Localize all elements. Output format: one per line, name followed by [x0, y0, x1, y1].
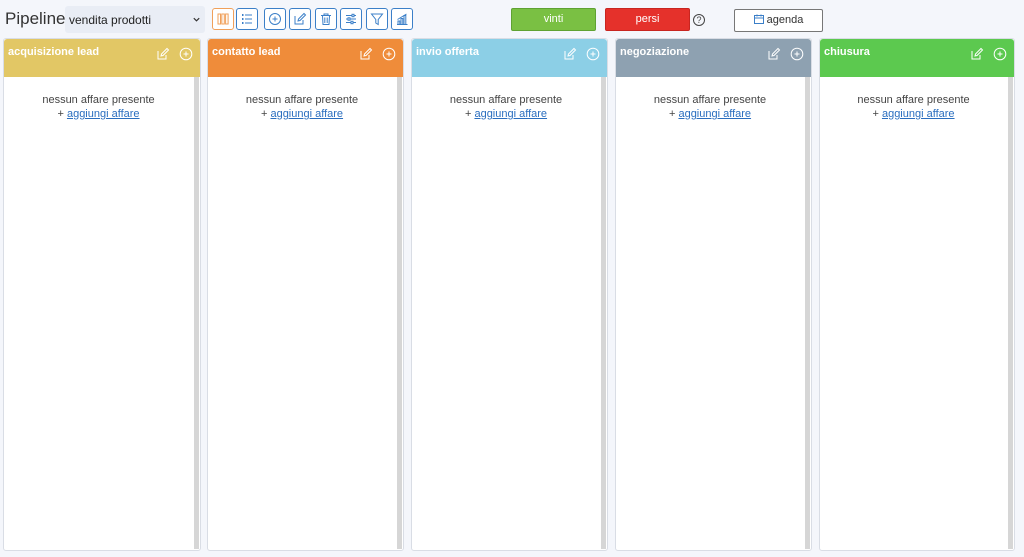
- add-deal-button[interactable]: [179, 47, 193, 61]
- filter-button[interactable]: [366, 8, 388, 30]
- stage-header: chiusura: [820, 39, 1014, 77]
- stage-body: nessun affare presente + aggiungi affare: [820, 77, 1007, 550]
- help-icon[interactable]: ?: [693, 14, 705, 26]
- stage-title: acquisizione lead: [8, 46, 100, 58]
- agenda-label: agenda: [766, 14, 804, 26]
- chevron-down-icon: [193, 17, 200, 22]
- edit-button[interactable]: [289, 8, 311, 30]
- add-icon: [586, 47, 600, 61]
- edit-stage-button[interactable]: [970, 47, 984, 61]
- settings-button[interactable]: [340, 8, 362, 30]
- scrollbar[interactable]: [194, 77, 199, 549]
- empty-text: nessun affare presente: [449, 94, 563, 106]
- stage-title: negoziazione: [620, 46, 690, 58]
- stage-body: nessun affare presente + aggiungi affare: [208, 77, 396, 550]
- stage-body: nessun affare presente + aggiungi affare: [412, 77, 600, 550]
- empty-text: nessun affare presente: [653, 94, 767, 106]
- add-deal-link[interactable]: aggiungi affare: [678, 108, 751, 120]
- filter-icon: [370, 13, 384, 26]
- pipeline-stage-column: contatto lead nessun affare presente + a…: [207, 38, 404, 551]
- add-deal-button[interactable]: [586, 47, 600, 61]
- stage-header: invio offerta: [412, 39, 607, 77]
- edit-stage-button[interactable]: [359, 47, 373, 61]
- add-deal-link[interactable]: aggiungi affare: [270, 108, 343, 120]
- edit-icon: [768, 47, 781, 60]
- stage-title: contatto lead: [212, 46, 281, 58]
- kanban-view-button[interactable]: [212, 8, 234, 30]
- chart-icon: [397, 13, 408, 25]
- edit-stage-button[interactable]: [156, 47, 170, 61]
- add-prefix: +: [668, 108, 676, 120]
- stage-header: acquisizione lead: [4, 39, 200, 77]
- agenda-button[interactable]: agenda: [734, 9, 823, 32]
- edit-stage-button[interactable]: [767, 47, 781, 61]
- calendar-icon: [753, 14, 764, 24]
- add-deal-link[interactable]: aggiungi affare: [474, 108, 547, 120]
- empty-text: nessun affare presente: [42, 94, 155, 106]
- edit-icon: [564, 47, 577, 60]
- won-button[interactable]: vinti: [511, 8, 596, 31]
- empty-state: nessun affare presente + aggiungi affare: [616, 93, 804, 121]
- pipeline-stage-column: chiusura nessun affare presente + aggiun…: [819, 38, 1015, 551]
- list-view-icon: [242, 14, 252, 24]
- empty-state: nessun affare presente + aggiungi affare: [208, 93, 396, 121]
- add-icon: [382, 47, 396, 61]
- settings-sliders-icon: [346, 13, 356, 25]
- delete-button[interactable]: [315, 8, 337, 30]
- scrollbar[interactable]: [1008, 77, 1013, 549]
- add-deal-link[interactable]: aggiungi affare: [882, 108, 955, 120]
- kanban-view-icon: [217, 13, 229, 25]
- lost-button[interactable]: persi: [605, 8, 690, 31]
- edit-icon: [157, 47, 170, 60]
- delete-icon: [321, 13, 331, 25]
- edit-stage-button[interactable]: [563, 47, 577, 61]
- stage-body: nessun affare presente + aggiungi affare: [4, 77, 193, 550]
- page-title: Pipeline: [5, 9, 66, 28]
- toolbar: Pipeline vendita prodotti vinti persi ? …: [0, 0, 1024, 38]
- add-prefix: +: [260, 108, 268, 120]
- edit-icon: [294, 12, 307, 25]
- scrollbar[interactable]: [805, 77, 810, 549]
- add-deal-button[interactable]: [382, 47, 396, 61]
- empty-state: nessun affare presente + aggiungi affare: [412, 93, 600, 121]
- add-prefix: +: [464, 108, 472, 120]
- stage-header: negoziazione: [616, 39, 811, 77]
- scrollbar[interactable]: [397, 77, 402, 549]
- add-deal-button[interactable]: [790, 47, 804, 61]
- stage-header: contatto lead: [208, 39, 403, 77]
- add-deal-button[interactable]: [993, 47, 1007, 61]
- add-deal-link[interactable]: aggiungi affare: [67, 108, 140, 120]
- empty-text: nessun affare presente: [245, 94, 359, 106]
- pipeline-stage-column: negoziazione nessun affare presente + ag…: [615, 38, 812, 551]
- add-icon: [790, 47, 804, 61]
- pipeline-stage-column: invio offerta nessun affare presente + a…: [411, 38, 608, 551]
- empty-state: nessun affare presente + aggiungi affare: [820, 93, 1007, 121]
- stage-title: chiusura: [824, 46, 870, 58]
- pipeline-select[interactable]: vendita prodotti: [65, 6, 205, 33]
- edit-icon: [360, 47, 373, 60]
- add-button[interactable]: [264, 8, 286, 30]
- list-view-button[interactable]: [236, 8, 258, 30]
- empty-state: nessun affare presente + aggiungi affare: [4, 93, 193, 121]
- add-prefix: +: [872, 108, 879, 120]
- edit-icon: [971, 47, 984, 60]
- scrollbar[interactable]: [601, 77, 606, 549]
- pipeline-stage-column: acquisizione lead nessun affare presente…: [3, 38, 201, 551]
- add-icon: [179, 47, 193, 61]
- add-icon: [993, 47, 1007, 61]
- stage-title: invio offerta: [416, 46, 479, 58]
- pipeline-select-value: vendita prodotti: [69, 13, 152, 27]
- stage-body: nessun affare presente + aggiungi affare: [616, 77, 804, 550]
- chart-button[interactable]: [391, 8, 413, 30]
- empty-text: nessun affare presente: [857, 94, 970, 106]
- add-icon: [269, 13, 281, 25]
- add-prefix: +: [57, 108, 64, 120]
